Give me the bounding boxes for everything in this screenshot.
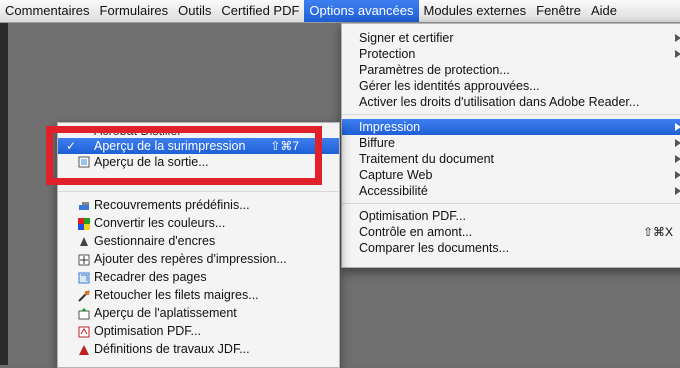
checkmark-icon: ✓ xyxy=(66,139,77,153)
menu-item-gestionnaire-encres[interactable]: Gestionnaire d'encres xyxy=(58,232,339,250)
chevron-right-icon xyxy=(675,34,680,42)
menu-item-label: Gérer les identités approuvées... xyxy=(359,79,540,93)
printer-marks-icon xyxy=(78,253,90,266)
menu-item-label: Gestionnaire d'encres xyxy=(94,234,216,248)
menu-item-label: Traitement du document xyxy=(359,152,495,166)
menu-fenetre[interactable]: Fenêtre xyxy=(531,0,586,22)
jdf-definitions-icon xyxy=(78,343,90,355)
menu-item-label: Optimisation PDF... xyxy=(359,209,466,223)
menu-item-apercu-sortie[interactable]: Aperçu de la sortie... xyxy=(58,154,339,170)
menu-item-biffure[interactable]: Biffure xyxy=(342,135,680,151)
menu-item-label: Acrobat Distiller xyxy=(94,126,182,138)
menu-item-label: Aperçu de l'aplatissement xyxy=(94,306,237,320)
pdf-optimizer-icon xyxy=(78,325,90,338)
trap-presets-icon xyxy=(78,199,90,211)
menu-item-label: Contrôle en amont... xyxy=(359,225,473,239)
menu-outils[interactable]: Outils xyxy=(173,0,216,22)
menu-item-activer-droits[interactable]: Activer les droits d'utilisation dans Ad… xyxy=(342,94,680,110)
menu-item-acrobat-distiller[interactable]: Acrobat Distiller xyxy=(58,126,339,138)
menu-item-optimisation-pdf-sub[interactable]: Optimisation PDF... xyxy=(58,322,339,340)
shortcut-label: ⇧⌘X xyxy=(642,225,673,239)
menu-item-impression[interactable]: Impression xyxy=(342,119,680,135)
ink-manager-icon xyxy=(78,235,90,247)
window-edge xyxy=(0,23,8,365)
menu-item-traitement-document[interactable]: Traitement du document xyxy=(342,151,680,167)
options-avancees-menu: Signer et certifier Protection Paramètre… xyxy=(341,23,680,268)
menu-item-label: Protection xyxy=(359,47,416,61)
menu-item-capture-web[interactable]: Capture Web xyxy=(342,167,680,183)
menu-item-label: Activer les droits d'utilisation dans Ad… xyxy=(359,95,640,109)
menu-aide[interactable]: Aide xyxy=(586,0,622,22)
flattener-preview-icon xyxy=(78,307,90,320)
menu-item-label: Aperçu de la surimpression xyxy=(94,139,246,153)
chevron-right-icon xyxy=(675,50,680,58)
chevron-right-icon xyxy=(675,123,680,131)
menu-separator xyxy=(342,114,680,115)
menu-item-label: Signer et certifier xyxy=(359,31,454,45)
shortcut-label: ⇧⌘7 xyxy=(270,139,299,153)
menu-item-label: Aperçu de la sortie... xyxy=(94,155,209,169)
menu-item-controle-amont[interactable]: Contrôle en amont... ⇧⌘X xyxy=(342,224,680,240)
menu-separator xyxy=(58,191,339,192)
menu-item-gerer-identites[interactable]: Gérer les identités approuvées... xyxy=(342,78,680,94)
menu-item-label: Recouvrements prédéfinis... xyxy=(94,198,250,212)
menu-item-protection[interactable]: Protection xyxy=(342,46,680,62)
menu-item-recouvrements[interactable]: Recouvrements prédéfinis... xyxy=(58,196,339,214)
menu-item-label: Ajouter des repères d'impression... xyxy=(94,252,287,266)
menu-certified-pdf[interactable]: Certified PDF xyxy=(216,0,304,22)
menu-item-label: Comparer les documents... xyxy=(359,241,510,255)
chevron-right-icon xyxy=(675,187,680,195)
menu-item-label: Recadrer des pages xyxy=(94,270,207,284)
menu-item-label: Définitions de travaux JDF... xyxy=(94,342,250,356)
output-preview-icon xyxy=(78,156,90,168)
menu-item-filets-maigres[interactable]: Retoucher les filets maigres... xyxy=(58,286,339,304)
menu-options-avancees[interactable]: Options avancées xyxy=(304,0,419,22)
convert-colors-icon xyxy=(78,217,90,230)
menu-item-apercu-aplatissement[interactable]: Aperçu de l'aplatissement xyxy=(58,304,339,322)
menu-item-label: Impression xyxy=(359,120,421,134)
chevron-right-icon xyxy=(675,139,680,147)
menu-item-definitions-jdf[interactable]: Définitions de travaux JDF... xyxy=(58,340,339,358)
menu-item-convertir-couleurs[interactable]: Convertir les couleurs... xyxy=(58,214,339,232)
menu-item-label: Optimisation PDF... xyxy=(94,324,201,338)
menu-item-label: Biffure xyxy=(359,136,395,150)
menu-item-label: Paramètres de protection... xyxy=(359,63,510,77)
menu-item-signer-certifier[interactable]: Signer et certifier xyxy=(342,30,680,46)
crop-pages-icon xyxy=(78,271,90,284)
chevron-right-icon xyxy=(675,171,680,179)
menubar: Commentaires Formulaires Outils Certifie… xyxy=(0,0,680,23)
menu-item-comparer-documents[interactable]: Comparer les documents... xyxy=(342,240,680,256)
menu-item-reperes-impression[interactable]: Ajouter des repères d'impression... xyxy=(58,250,339,268)
menu-commentaires[interactable]: Commentaires xyxy=(0,0,95,22)
menu-item-label: Capture Web xyxy=(359,168,433,182)
menu-item-label: Retoucher les filets maigres... xyxy=(94,288,259,302)
menu-item-label: Convertir les couleurs... xyxy=(94,216,226,230)
menu-gap xyxy=(58,170,339,191)
fix-hairlines-icon xyxy=(78,289,90,302)
menu-separator xyxy=(342,203,680,204)
impression-submenu: Acrobat Distiller ✓ Aperçu de la surimpr… xyxy=(57,122,340,368)
menu-item-parametres-protection[interactable]: Paramètres de protection... xyxy=(342,62,680,78)
menu-modules-externes[interactable]: Modules externes xyxy=(419,0,532,22)
menu-item-label: Accessibilité xyxy=(359,184,428,198)
menu-item-accessibilite[interactable]: Accessibilité xyxy=(342,183,680,199)
menu-item-optimisation-pdf[interactable]: Optimisation PDF... xyxy=(342,208,680,224)
menu-item-apercu-surimpression[interactable]: ✓ Aperçu de la surimpression ⇧⌘7 xyxy=(58,138,339,154)
chevron-right-icon xyxy=(675,155,680,163)
menu-formulaires[interactable]: Formulaires xyxy=(95,0,174,22)
menu-item-recadrer-pages[interactable]: Recadrer des pages xyxy=(58,268,339,286)
